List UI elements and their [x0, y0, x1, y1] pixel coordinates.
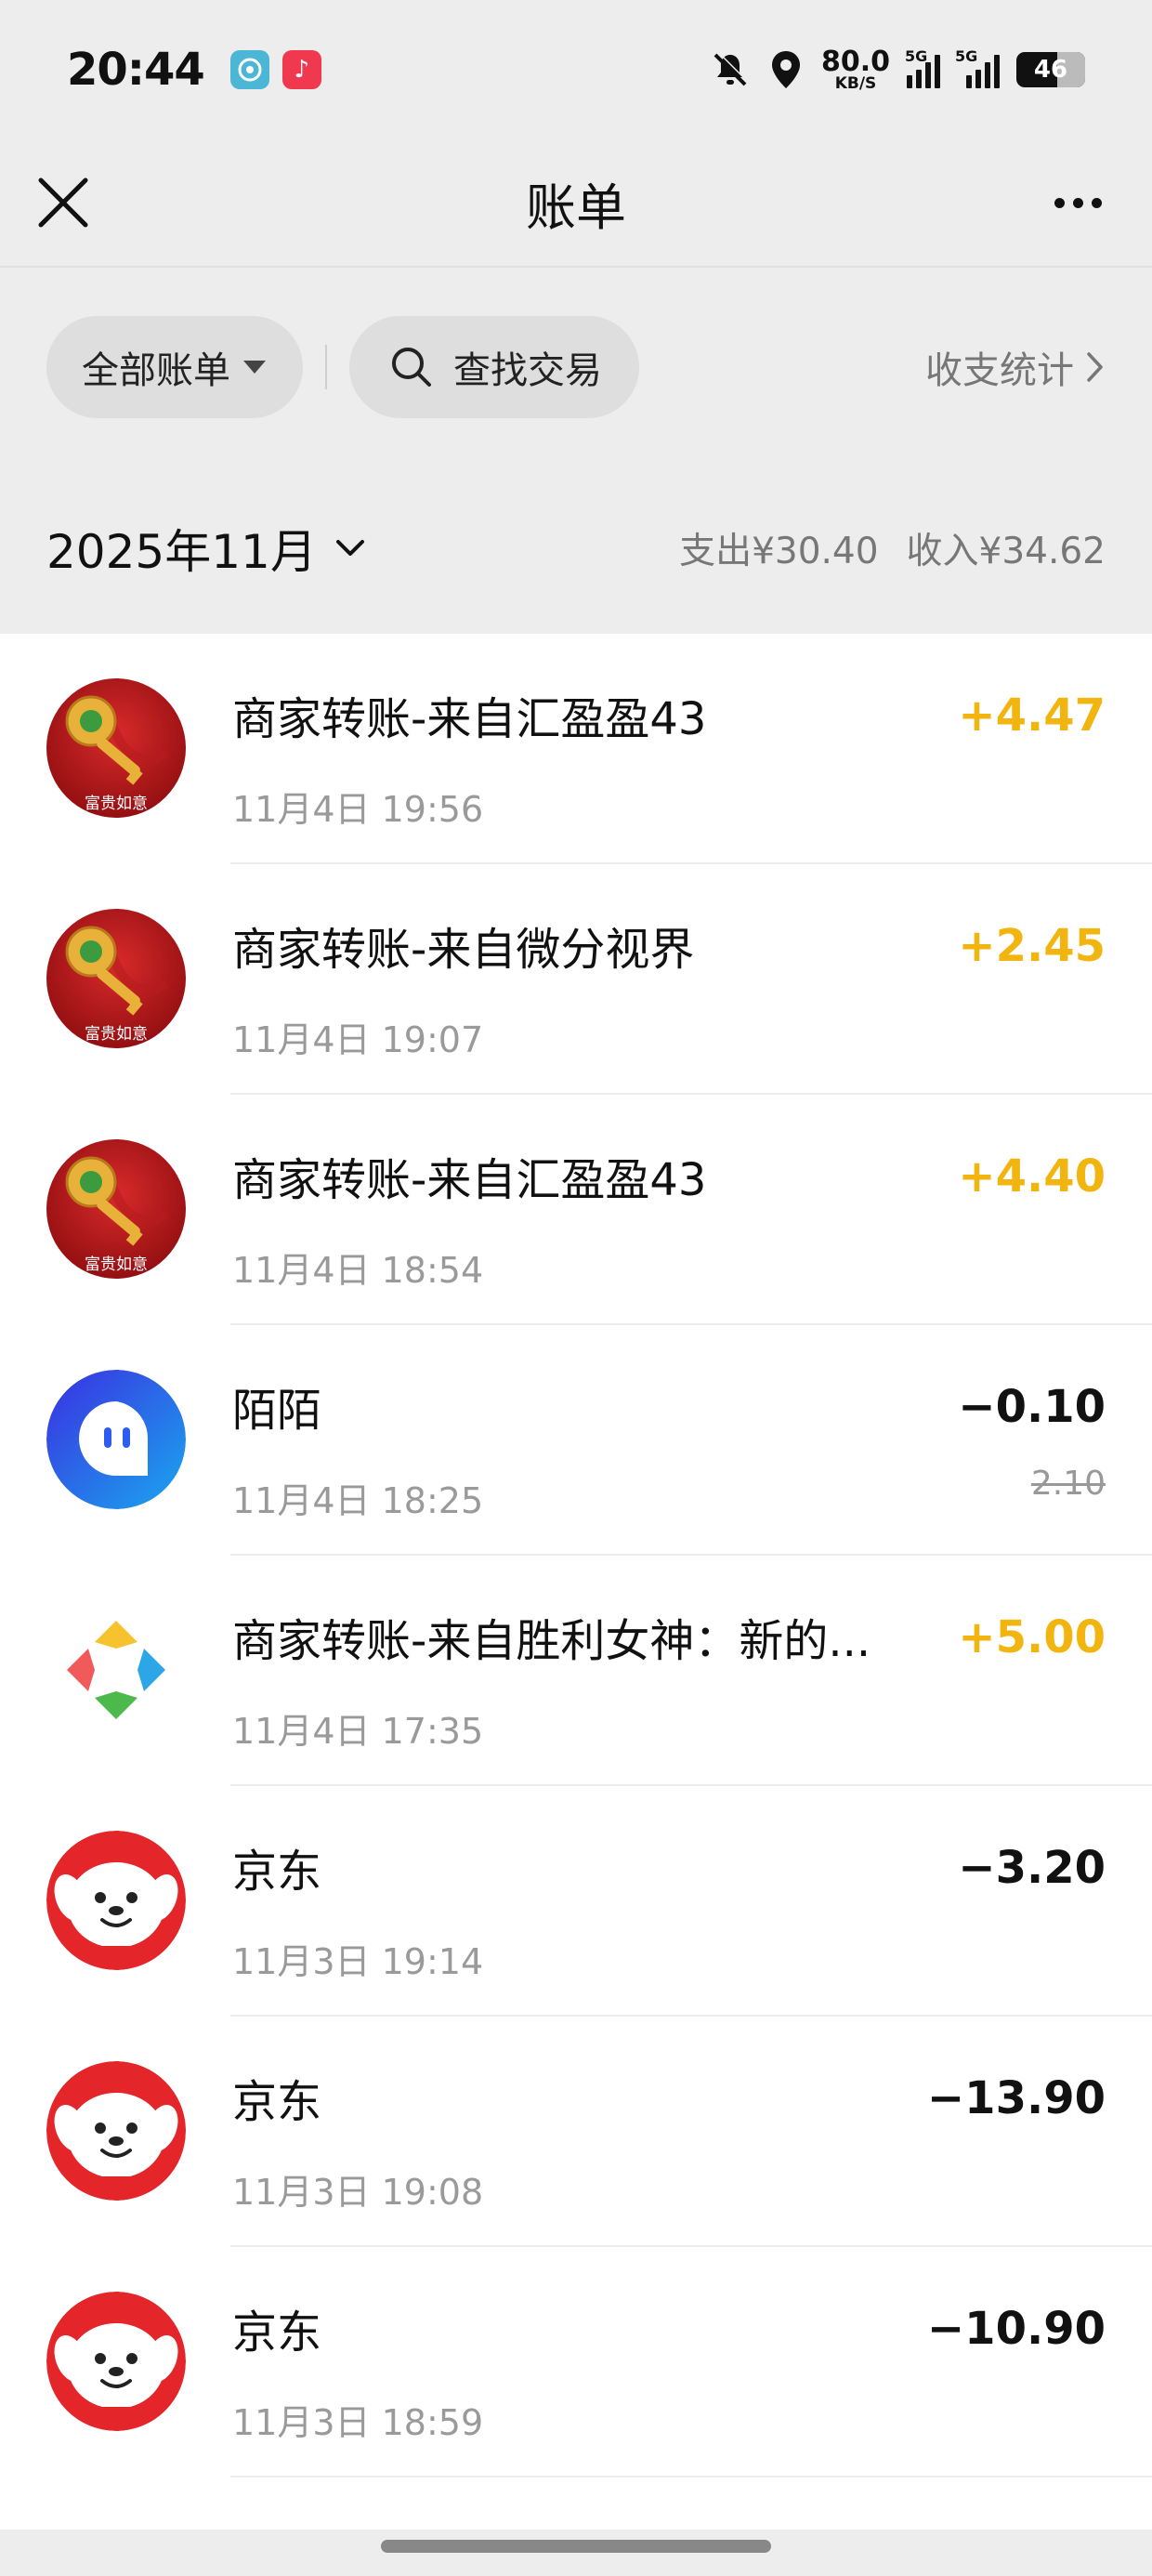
filter-bar: 全部账单 查找交易 收支统计: [0, 269, 1152, 465]
search-transactions-label: 查找交易: [453, 349, 602, 392]
transaction-amount: −10.90: [926, 2303, 1106, 2355]
transaction-row[interactable]: 京东 11月3日 19:14 −3.20: [0, 1786, 1152, 2017]
page-title: 账单: [526, 177, 626, 237]
transaction-row[interactable]: 京东 11月3日 18:59 −10.90: [0, 2247, 1152, 2477]
network-speed-value: 80.0: [820, 45, 890, 78]
transaction-time: 11月4日 19:56: [232, 789, 484, 830]
transaction-info: 商家转账-来自汇盈盈43 11月4日 19:56: [232, 682, 706, 832]
transaction-title: 京东: [232, 2076, 322, 2128]
network-speed-unit: KB/S: [834, 73, 877, 93]
transaction-row[interactable]: 商家转账-来自胜利女神：新的... 11月4日 17:35 +5.00: [0, 1556, 1152, 1786]
notification-app-icon: [229, 50, 269, 89]
location-icon: [771, 51, 800, 88]
caret-down-icon: [243, 361, 266, 374]
avatar-text: 富贵如意: [85, 1255, 148, 1274]
month-summary: 支出¥30.40 收入¥34.62: [679, 522, 1106, 574]
income-expense-stats-link[interactable]: 收支统计: [925, 340, 1106, 394]
battery-icon: 46: [1016, 52, 1085, 87]
month-selector[interactable]: 2025年11月: [46, 515, 367, 582]
transaction-info: 京东 11月3日 18:59: [232, 2295, 483, 2445]
battery-level: 46: [1033, 56, 1068, 84]
sim1-network-label: 5G: [905, 47, 928, 65]
home-area: [0, 2530, 1152, 2576]
stats-label: 收支统计: [925, 349, 1074, 392]
more-dot-icon: [1072, 197, 1083, 208]
golden-key-icon: 富贵如意: [46, 678, 186, 818]
transaction-title: 陌陌: [232, 1385, 322, 1437]
mute-bell-icon: [713, 51, 749, 86]
transaction-time: 11月4日 18:25: [232, 1480, 484, 1521]
network-speed: 80.0 KB/S: [820, 45, 890, 93]
transaction-row[interactable]: 富贵如意 商家转账-来自汇盈盈43 11月4日 18:54 +4.40: [0, 1095, 1152, 1325]
more-dot-icon: [1091, 197, 1102, 208]
avatar-text: 富贵如意: [85, 1025, 148, 1044]
transaction-list: 富贵如意 商家转账-来自汇盈盈43 11月4日 19:56 +4.47 富贵如意 …: [0, 634, 1152, 2530]
transaction-time: 11月3日 19:08: [232, 2172, 484, 2213]
transaction-row[interactable]: 陌陌 11月4日 18:25 −0.10 2.10: [0, 1325, 1152, 1556]
transaction-original-amount: 2.10: [1030, 1465, 1106, 1503]
transaction-row[interactable]: 富贵如意 商家转账-来自汇盈盈43 11月4日 19:56 +4.47: [0, 634, 1152, 864]
transaction-info: 商家转账-来自微分视界 11月4日 19:07: [232, 913, 694, 1062]
transaction-title: 商家转账-来自汇盈盈43: [232, 693, 707, 745]
nav-bar: 账单: [0, 139, 1152, 268]
golden-key-icon: 富贵如意: [46, 909, 186, 1048]
momo-icon: [46, 1370, 186, 1509]
transaction-time: 11月3日 19:14: [232, 1941, 484, 1982]
transaction-info: 陌陌 11月4日 18:25: [232, 1373, 483, 1523]
transaction-time: 11月3日 18:59: [232, 2402, 484, 2443]
avatar-text: 富贵如意: [85, 795, 148, 813]
all-bills-dropdown[interactable]: 全部账单: [46, 316, 303, 418]
jd-dog-icon: [46, 2061, 186, 2201]
transaction-title: 京东: [232, 2307, 322, 2359]
transaction-title: 商家转账-来自汇盈盈43: [232, 1154, 707, 1206]
chevron-right-icon: [1087, 352, 1103, 382]
more-dot-icon: [1054, 197, 1065, 208]
transaction-amount: −3.20: [958, 1842, 1106, 1894]
transaction-row[interactable]: 富贵如意 商家转账-来自微分视界 11月4日 19:07 +2.45: [0, 864, 1152, 1095]
transaction-amount: −0.10: [958, 1381, 1106, 1433]
transaction-time: 11月4日 19:07: [232, 1019, 484, 1060]
search-transactions-button[interactable]: 查找交易: [349, 316, 639, 418]
chevron-down-icon: [335, 540, 364, 556]
search-icon: [392, 348, 431, 387]
music-app-icon: ♪: [281, 50, 321, 89]
sim2-network-label: 5G: [955, 47, 978, 65]
filter-divider: [325, 345, 327, 389]
transaction-amount: +2.45: [958, 920, 1106, 972]
status-time: 20:44: [67, 44, 205, 96]
transaction-info: 京东 11月3日 19:14: [232, 1834, 483, 1984]
transaction-amount: +4.40: [958, 1150, 1106, 1203]
golden-key-icon: 富贵如意: [46, 1139, 186, 1279]
transaction-amount: −13.90: [926, 2072, 1106, 2124]
expense-summary: 支出¥30.40: [679, 531, 879, 572]
transaction-time: 11月4日 18:54: [232, 1250, 484, 1291]
close-icon: [38, 177, 88, 228]
close-button[interactable]: [33, 173, 93, 232]
transaction-title: 商家转账-来自微分视界: [232, 924, 695, 976]
transaction-amount: +5.00: [958, 1611, 1106, 1663]
transaction-row[interactable]: 京东 11月3日 19:08 −13.90: [0, 2017, 1152, 2247]
month-label: 2025年11月: [46, 525, 317, 579]
signal-strength-sim2-icon: 5G: [955, 47, 1000, 88]
month-header: 2025年11月 支出¥30.40 收入¥34.62: [0, 465, 1152, 632]
jd-dog-icon: [46, 2292, 186, 2431]
transaction-info: 商家转账-来自胜利女神：新的... 11月4日 17:35: [232, 1604, 871, 1754]
status-bar: 20:44 ♪ 80.0 KB/S 5G 5G 46: [0, 0, 1152, 139]
all-bills-label: 全部账单: [82, 349, 230, 392]
income-summary: 收入¥34.62: [906, 531, 1106, 572]
transaction-title: 京东: [232, 1846, 322, 1898]
home-indicator[interactable]: [381, 2540, 771, 2553]
transaction-info: 京东 11月3日 19:08: [232, 2065, 483, 2215]
more-options-button[interactable]: [1041, 177, 1115, 229]
signal-strength-sim1-icon: 5G: [905, 47, 940, 88]
transaction-time: 11月4日 17:35: [232, 1711, 484, 1752]
transaction-amount: +4.47: [958, 690, 1106, 742]
transaction-info: 商家转账-来自汇盈盈43 11月4日 18:54: [232, 1143, 706, 1293]
transaction-title: 商家转账-来自胜利女神：新的...: [232, 1615, 871, 1667]
pinwheel-icon: [46, 1600, 186, 1740]
jd-dog-icon: [46, 1831, 186, 1970]
